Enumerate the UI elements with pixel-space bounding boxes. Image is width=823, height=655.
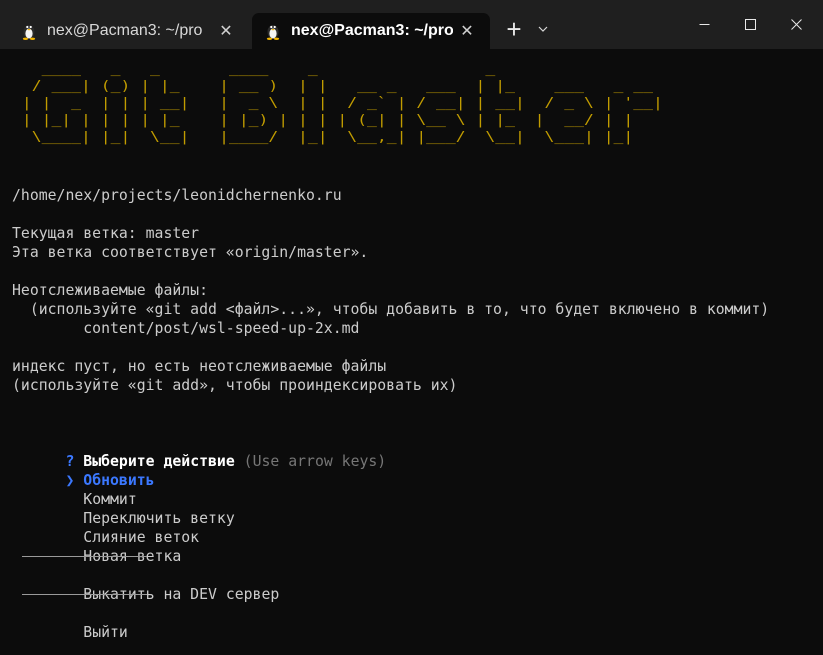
tab-active[interactable]: nex@Pacman3: ~/pro ✕	[252, 13, 490, 49]
untracked-header: Неотслеживаемые файлы:	[12, 282, 208, 299]
menu-option-deploy-dev[interactable]: Выкатить на DEV сервер	[12, 566, 279, 603]
untracked-hint: (используйте «git add <файл>...», чтобы …	[12, 301, 770, 318]
close-icon	[790, 19, 802, 30]
close-tab-icon[interactable]: ✕	[455, 19, 479, 43]
menu-option-switch-branch[interactable]: Переключить ветку	[12, 490, 234, 527]
menu-option-merge[interactable]: Слияние веток	[12, 509, 199, 546]
ascii-art: ____ _ _ ____ _ _ / ___| (_) | |_ | __ )…	[12, 62, 663, 145]
menu-option-update[interactable]: ❯ Обновить	[12, 452, 154, 489]
terminal-output[interactable]: ____ _ _ ____ _ _ / ___| (_) | |_ | __ )…	[12, 49, 823, 655]
linux-penguin-icon	[20, 22, 38, 40]
maximize-button[interactable]	[727, 0, 773, 49]
tab-dropdown-button[interactable]	[532, 13, 554, 45]
minimize-button[interactable]	[681, 0, 727, 49]
index-hint: (используйте «git add», чтобы проиндекси…	[12, 377, 458, 394]
new-tab-button[interactable]: +	[500, 13, 528, 45]
tab-inactive[interactable]: nex@Pacman3: ~/pro ✕	[8, 13, 248, 49]
option-label: Выйти	[83, 624, 128, 641]
maximize-icon	[744, 19, 756, 30]
untracked-file: content/post/wsl-speed-up-2x.md	[12, 320, 360, 337]
minimize-icon	[699, 24, 709, 25]
menu-option-new-branch[interactable]: Новая ветка	[12, 528, 181, 565]
up-to-date-line: Эта ветка соответствует «origin/master».	[12, 244, 369, 261]
terminal-window: nex@Pacman3: ~/pro ✕ nex@Pacman3: ~/pro …	[0, 0, 823, 655]
branch-line: Текущая ветка: master	[12, 225, 200, 242]
menu-separator	[22, 556, 147, 557]
prompt-question: ? Выберите действие (Use arrow keys)	[12, 433, 386, 470]
terminal-scrollbar[interactable]	[813, 49, 823, 655]
menu-separator	[22, 594, 147, 595]
question-hint: (Use arrow keys)	[243, 453, 387, 470]
tab-title: nex@Pacman3: ~/pro	[291, 22, 453, 39]
menu-option-commit[interactable]: Коммит	[12, 471, 136, 508]
close-tab-icon[interactable]: ✕	[214, 19, 238, 43]
current-directory: /home/nex/projects/leonidchernenko.ru	[12, 187, 342, 204]
linux-penguin-icon	[264, 22, 282, 40]
menu-option-exit[interactable]: Выйти	[12, 604, 128, 641]
index-empty-line: индекс пуст, но есть неотслеживаемые фай…	[12, 358, 387, 375]
title-bar[interactable]: nex@Pacman3: ~/pro ✕ nex@Pacman3: ~/pro …	[0, 0, 823, 49]
tab-title: nex@Pacman3: ~/pro	[47, 22, 203, 39]
close-window-button[interactable]	[773, 0, 819, 49]
chevron-down-icon	[538, 26, 548, 32]
